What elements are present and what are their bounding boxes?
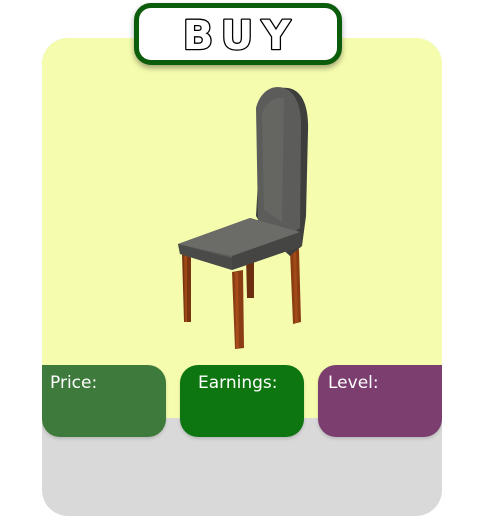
- buy-letter-y: Y: [261, 13, 292, 59]
- level-panel: Level:: [318, 365, 442, 437]
- buy-button[interactable]: B U Y: [134, 3, 342, 65]
- buy-screen: Price: Earnings: Level: B U Y: [0, 0, 484, 517]
- item-card[interactable]: Price: Earnings: Level:: [42, 38, 442, 516]
- buy-letter-u: U: [221, 13, 253, 59]
- price-label: Price:: [50, 373, 98, 393]
- price-panel: Price:: [42, 365, 166, 437]
- earnings-label: Earnings:: [198, 373, 278, 393]
- item-preview-area: [42, 38, 442, 418]
- earnings-panel: Earnings:: [180, 365, 304, 437]
- buy-letter-b: B: [183, 13, 214, 59]
- level-label: Level:: [328, 373, 379, 393]
- chair-icon: [178, 86, 309, 349]
- buy-title: B U Y: [181, 12, 292, 60]
